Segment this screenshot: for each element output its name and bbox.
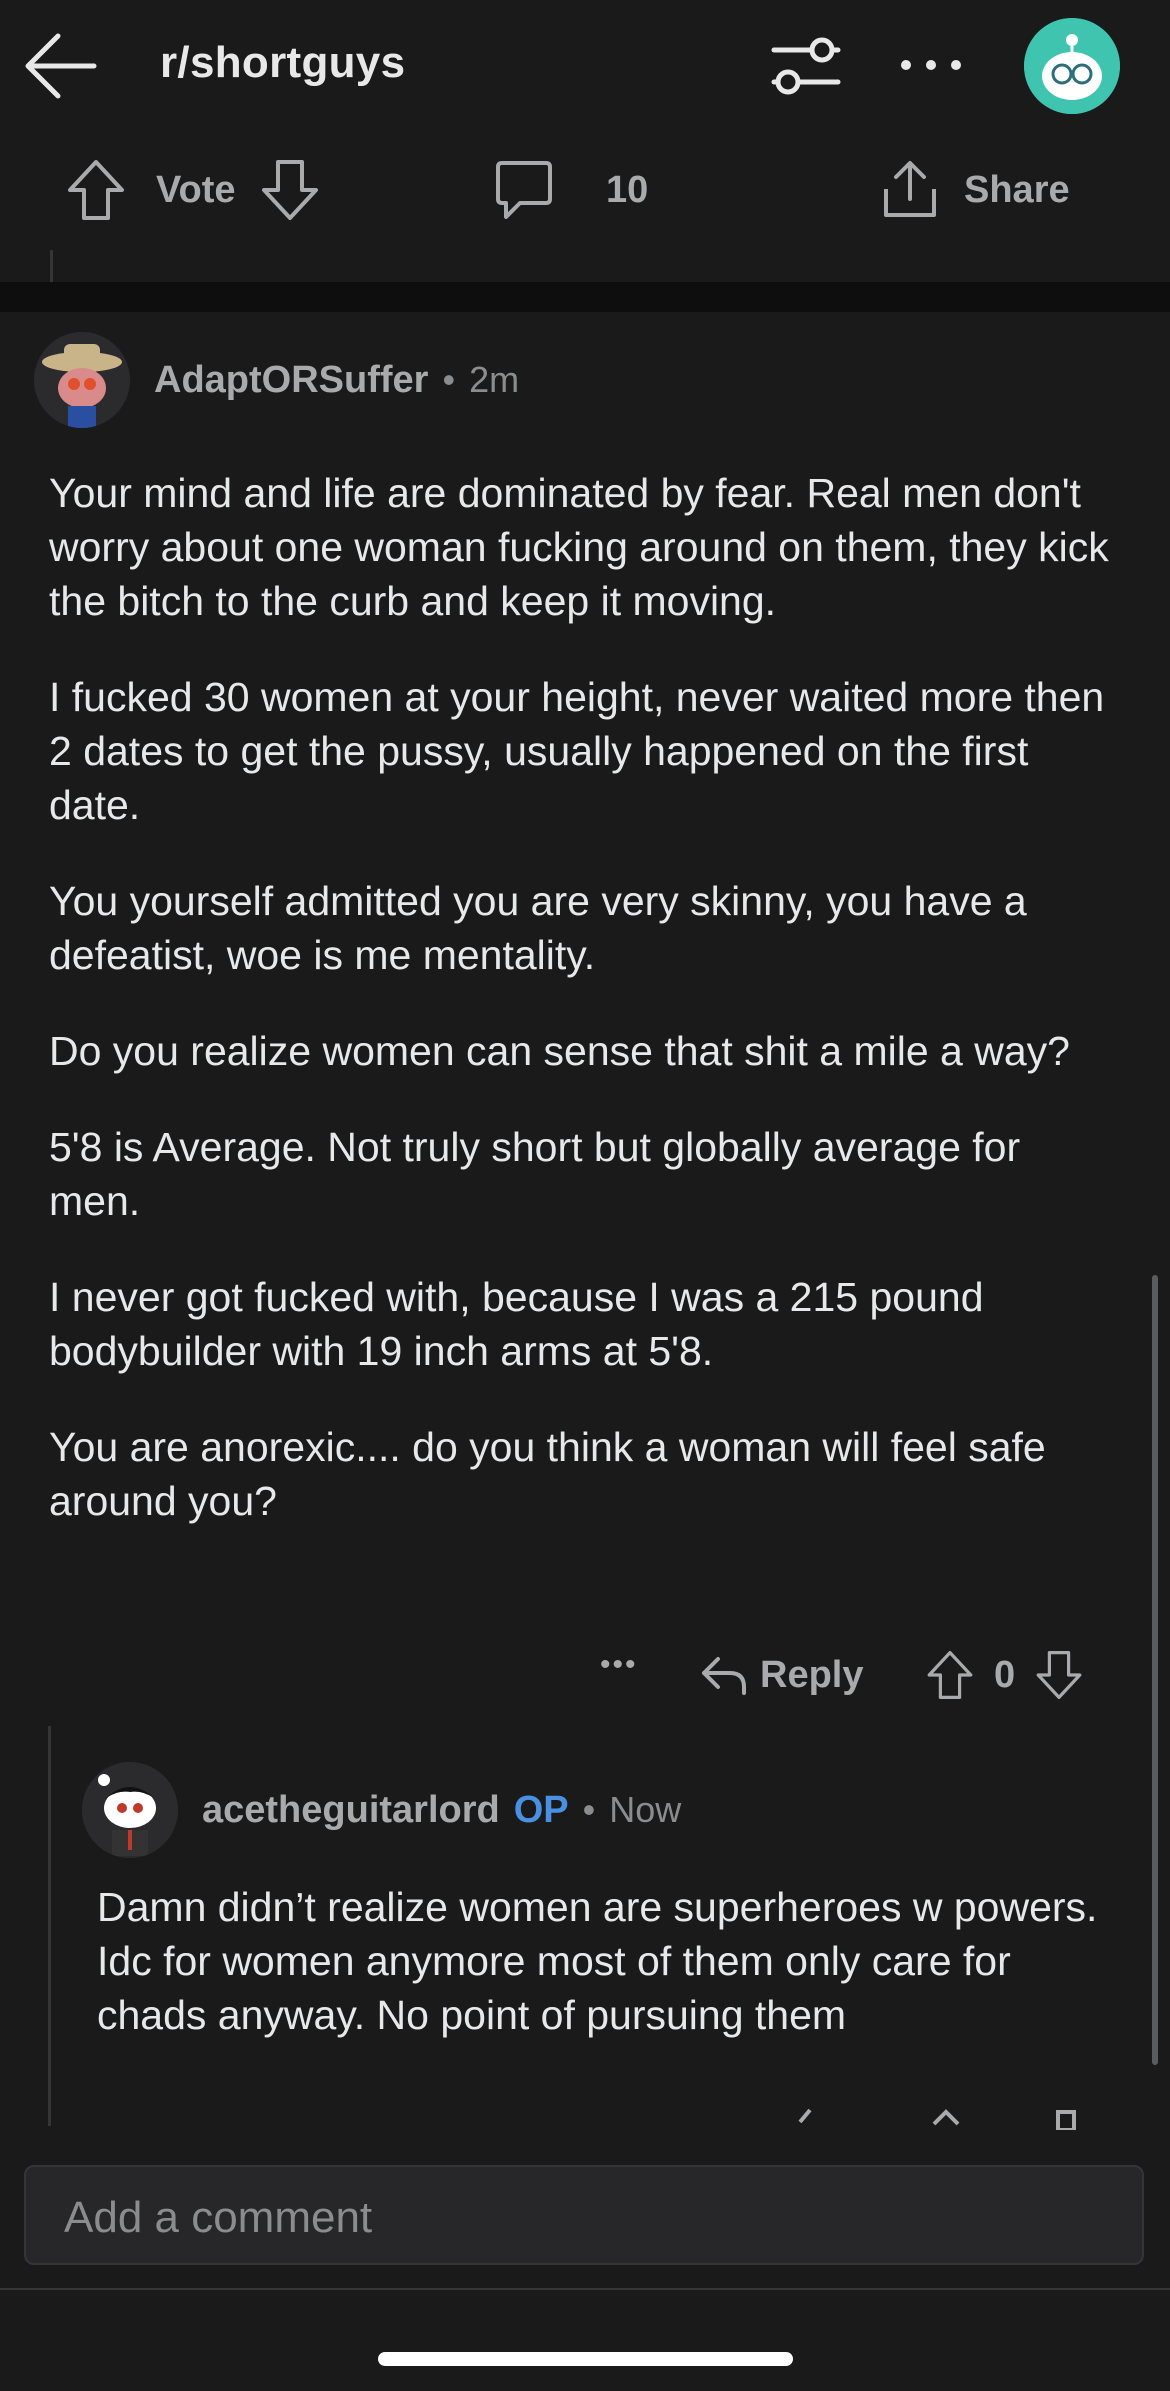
comment-paragraph: 5'8 is Average. Not truly short but glob… [49, 1124, 1021, 1224]
commenter-avatar[interactable] [34, 332, 130, 428]
comment-paragraph: I never got fucked with, because I was a… [49, 1274, 984, 1374]
comment-icon [496, 161, 552, 219]
comment-paragraph: I fucked 30 women at your height, never … [49, 674, 1105, 828]
reply-header: acetheguitarlord OP • Now [82, 1760, 681, 1860]
snoo-avatar-icon [1024, 18, 1120, 114]
vote-label: Vote [156, 168, 236, 211]
snoo-avatar-icon [34, 332, 130, 428]
thread-line [50, 250, 53, 282]
reply-time: Now [609, 1789, 682, 1830]
filter-button[interactable] [770, 36, 842, 96]
comment-more-button[interactable]: ••• [600, 1648, 638, 1682]
snoo-avatar-icon [82, 1762, 178, 1858]
meta-separator: • [442, 359, 456, 400]
comment-body: Your mind and life are dominated by fear… [49, 466, 1119, 1570]
comment-time: 2m [469, 359, 520, 400]
meta-separator: • [582, 1789, 596, 1830]
reply-icon [702, 1657, 746, 1695]
reply-button[interactable]: Reply [700, 1640, 863, 1710]
back-arrow-icon [25, 33, 97, 99]
reply-author[interactable]: acetheguitarlord [202, 1789, 500, 1832]
scrollbar[interactable] [1152, 1275, 1158, 2065]
comment-paragraph: Your mind and life are dominated by fear… [49, 470, 1109, 624]
downvote-icon[interactable] [1035, 1649, 1083, 1701]
add-comment-placeholder: Add a comment [64, 2193, 373, 2242]
comment-author[interactable]: AdaptORSuffer [154, 359, 428, 402]
subreddit-title[interactable]: r/shortguys [160, 38, 405, 88]
bottom-divider [0, 2288, 1170, 2290]
reply-label: Reply [760, 1653, 864, 1696]
comment-vote-group: 0 [926, 1640, 1083, 1710]
home-indicator[interactable] [378, 2352, 793, 2366]
reply-thread-line[interactable] [48, 1726, 51, 2126]
comment-score: 0 [994, 1653, 1016, 1696]
comment-header: AdaptORSuffer • 2m [34, 330, 519, 430]
op-badge: OP [513, 1788, 569, 1831]
comment-paragraph: You are anorexic.... do you think a woma… [49, 1424, 1046, 1524]
vote-group: Vote [66, 130, 320, 250]
reply-text: Damn didn’t realize women are superheroe… [97, 1884, 1098, 2038]
top-navigation-bar: r/shortguys [0, 0, 1170, 130]
add-comment-input[interactable]: Add a comment [24, 2165, 1144, 2265]
back-button[interactable] [22, 30, 98, 102]
share-label: Share [964, 168, 1070, 211]
post-action-bar: Vote 10 Share [0, 130, 1170, 250]
upvote-icon[interactable] [66, 158, 126, 222]
comment-paragraph: Do you realize women can sense that shit… [49, 1028, 1070, 1074]
comment-paragraph: You yourself admitted you are very skinn… [49, 878, 1027, 978]
reply-actions-peek [780, 2108, 1120, 2130]
more-icon [901, 60, 961, 70]
comments-button[interactable]: 10 [494, 130, 648, 250]
reply-body: Damn didn’t realize women are superheroe… [97, 1880, 1117, 2042]
share-icon [884, 161, 936, 217]
downvote-icon[interactable] [260, 158, 320, 222]
share-button[interactable]: Share [880, 130, 1070, 250]
reply-icon [798, 2108, 1076, 2130]
more-options-button[interactable] [896, 40, 966, 90]
comment-actions: ••• Reply 0 [600, 1640, 1120, 1710]
upvote-icon[interactable] [926, 1649, 974, 1701]
section-divider [0, 282, 1170, 312]
user-avatar[interactable] [1024, 18, 1120, 114]
filter-icon [771, 37, 841, 95]
comment-count: 10 [606, 168, 649, 211]
reply-avatar[interactable] [82, 1762, 178, 1858]
